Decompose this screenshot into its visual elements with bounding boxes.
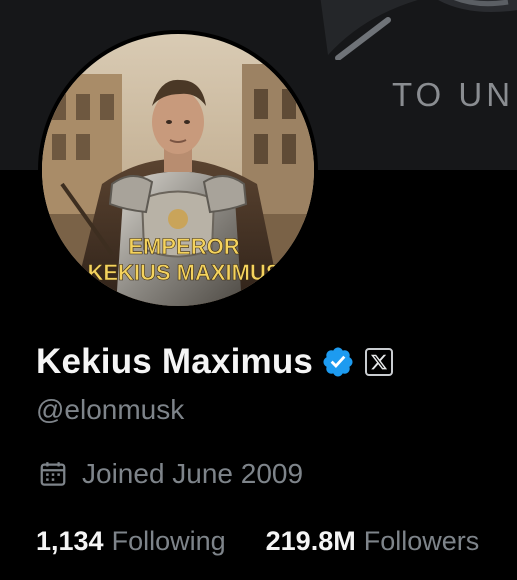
avatar-caption-line1: EMPEROR	[128, 234, 239, 259]
followers-count: 219.8M	[265, 526, 356, 556]
avatar-caption-line2: KEKIUS MAXIMUS	[87, 260, 280, 285]
following-label: Following	[111, 526, 226, 556]
affiliate-badge[interactable]	[365, 348, 394, 376]
banner-logo-graphic	[320, 0, 517, 60]
avatar[interactable]: EMPEROR KEKIUS MAXIMUS	[42, 34, 314, 306]
banner-text: TO UN	[392, 76, 515, 113]
following-link[interactable]: 1,134 Following	[36, 526, 226, 557]
joined-date-text: Joined June 2009	[82, 458, 304, 489]
joined-date-row: Joined June 2009	[38, 458, 303, 490]
user-handle: @elonmusk	[36, 394, 185, 425]
x-logo-icon	[371, 354, 388, 370]
follow-stats: 1,134 Following 219.8M Followers	[36, 526, 479, 557]
calendar-icon	[40, 462, 66, 486]
display-name: Kekius Maximus	[36, 342, 314, 381]
followers-label: Followers	[363, 526, 480, 556]
display-name-row: Kekius Maximus	[36, 338, 394, 386]
avatar-image: EMPEROR KEKIUS MAXIMUS	[42, 34, 314, 306]
followers-link[interactable]: 219.8M Followers	[266, 526, 480, 557]
following-count: 1,134	[36, 526, 104, 556]
verified-badge-icon[interactable]	[321, 345, 355, 379]
